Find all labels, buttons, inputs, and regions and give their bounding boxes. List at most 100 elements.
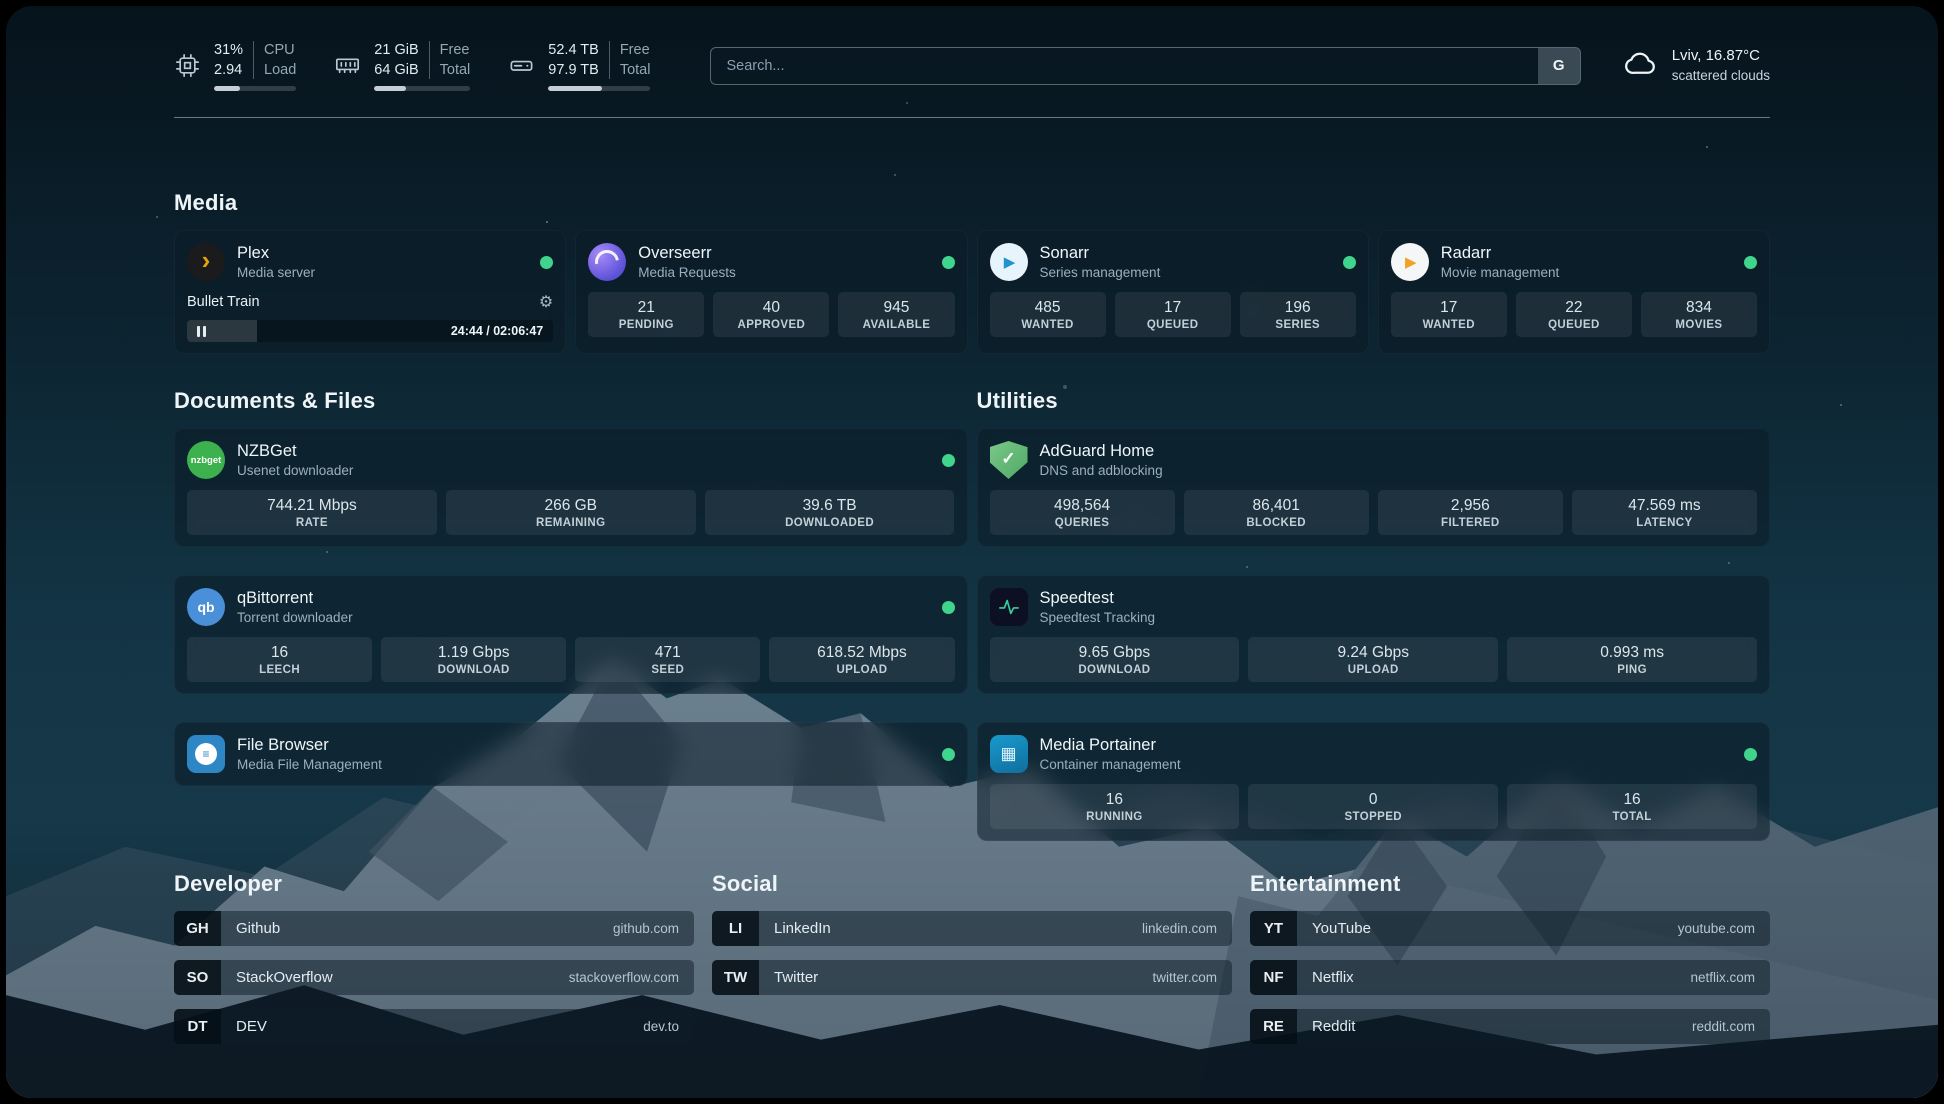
netflix-icon: NF: [1250, 960, 1297, 995]
service-name: Speedtest: [1040, 588, 1156, 609]
bookmark-stackoverflow[interactable]: SO StackOverflow stackoverflow.com: [174, 960, 694, 995]
service-subtitle: Media Requests: [638, 264, 736, 282]
service-name: NZBGet: [237, 441, 353, 462]
stat-label: LATENCY: [1576, 517, 1753, 529]
bookmark-url: reddit.com: [1692, 1009, 1770, 1044]
bookmark-reddit[interactable]: RE Reddit reddit.com: [1250, 1009, 1770, 1044]
stat-label: APPROVED: [717, 319, 825, 331]
service-name: Radarr: [1441, 243, 1560, 264]
service-card-radarr[interactable]: Radarr Movie management 17 WANTED 22 QUE…: [1378, 230, 1770, 354]
stat-ping: 0.993 ms PING: [1507, 637, 1757, 682]
speedtest-icon: [990, 588, 1028, 626]
bookmark-linkedin[interactable]: LI LinkedIn linkedin.com: [712, 911, 1232, 946]
total-label: Total: [440, 60, 471, 80]
service-subtitle: Media server: [237, 264, 315, 282]
service-card-nzbget[interactable]: nzbget NZBGet Usenet downloader 744.21 M…: [174, 428, 968, 547]
section-title-documents: Documents & Files: [174, 388, 968, 414]
bookmark-github[interactable]: GH Github github.com: [174, 911, 694, 946]
bookmark-url: youtube.com: [1678, 911, 1770, 946]
bookmark-url: stackoverflow.com: [569, 960, 694, 995]
stat-blocked: 86,401 BLOCKED: [1184, 490, 1369, 535]
stat-series: 196 SERIES: [1240, 292, 1356, 337]
adguard-title-block: AdGuard Home DNS and adblocking: [1040, 441, 1163, 480]
section-media: Media Plex Media server Bullet Train ⚙: [174, 190, 1770, 354]
qbittorrent-icon: qb: [187, 588, 225, 626]
search-input[interactable]: [711, 48, 1537, 84]
service-subtitle: DNS and adblocking: [1040, 462, 1163, 480]
adguard-shield-icon: [990, 441, 1028, 479]
bookmark-netflix[interactable]: NF Netflix netflix.com: [1250, 960, 1770, 995]
stat-label: PING: [1511, 664, 1753, 676]
stat-value: 21: [592, 299, 700, 317]
qbittorrent-stats: 16 LEECH 1.19 Gbps DOWNLOAD 471 SEED: [187, 637, 955, 682]
header-divider: [174, 117, 1770, 118]
disk-progress-bar: [548, 86, 650, 91]
stat-queries: 498,564 QUERIES: [990, 490, 1175, 535]
bookmark-name: LinkedIn: [759, 911, 831, 946]
bookmark-name: StackOverflow: [221, 960, 333, 995]
stat-running: 16 RUNNING: [990, 784, 1240, 829]
bookmark-youtube[interactable]: YT YouTube youtube.com: [1250, 911, 1770, 946]
stat-value: 196: [1244, 299, 1352, 317]
sonarr-icon: [990, 243, 1028, 281]
cpu-widget: 31% 2.94 CPU Load: [174, 40, 296, 91]
stat-value: 40: [717, 299, 825, 317]
service-subtitle: Torrent downloader: [237, 609, 353, 627]
service-subtitle: Movie management: [1441, 264, 1560, 282]
service-card-plex[interactable]: Plex Media server Bullet Train ⚙ 24:44 /…: [174, 230, 566, 354]
radarr-icon: [1391, 243, 1429, 281]
stat-value: 0: [1252, 791, 1494, 809]
cpu-rows: 31% 2.94 CPU Load: [214, 40, 296, 80]
stat-label: TOTAL: [1511, 811, 1753, 823]
search-engine-button[interactable]: G: [1538, 48, 1580, 84]
cpu-progress-bar: [214, 86, 296, 91]
stat-leech: 16 LEECH: [187, 637, 372, 682]
service-card-adguard[interactable]: AdGuard Home DNS and adblocking 498,564 …: [977, 428, 1771, 547]
stat-value: 9.24 Gbps: [1252, 644, 1494, 662]
status-dot: [942, 454, 955, 467]
status-dot: [942, 601, 955, 614]
cpu-labels: CPU Load: [264, 40, 296, 80]
bookmark-dev[interactable]: DT DEV dev.to: [174, 1009, 694, 1044]
section-title-utilities: Utilities: [977, 388, 1771, 414]
filebrowser-glyph: [195, 743, 217, 765]
service-subtitle: Media File Management: [237, 756, 382, 774]
service-name: qBittorrent: [237, 588, 353, 609]
stackoverflow-icon: SO: [174, 960, 221, 995]
nzbget-stats: 744.21 Mbps RATE 266 GB REMAINING 39.6 T…: [187, 490, 955, 535]
service-card-sonarr[interactable]: Sonarr Series management 485 WANTED 17 Q…: [977, 230, 1369, 354]
status-dot: [540, 256, 553, 269]
service-subtitle: Series management: [1040, 264, 1161, 282]
service-card-speedtest[interactable]: Speedtest Speedtest Tracking 9.65 Gbps D…: [977, 575, 1771, 694]
stat-label: RUNNING: [994, 811, 1236, 823]
stat-download: 9.65 Gbps DOWNLOAD: [990, 637, 1240, 682]
stat-value: 618.52 Mbps: [773, 644, 950, 662]
status-dot: [1343, 256, 1356, 269]
service-card-filebrowser[interactable]: File Browser Media File Management: [174, 722, 968, 786]
section-developer: Developer GH Github github.com SO StackO…: [174, 871, 694, 1058]
stat-value: 86,401: [1188, 497, 1365, 515]
settings-gear-icon[interactable]: ⚙: [539, 292, 553, 312]
stat-value: 0.993 ms: [1511, 644, 1753, 662]
pause-icon[interactable]: [197, 326, 206, 337]
section-title-media: Media: [174, 190, 1770, 216]
stat-label: SEED: [579, 664, 756, 676]
bookmark-twitter[interactable]: TW Twitter twitter.com: [712, 960, 1232, 995]
stat-latency: 47.569 ms LATENCY: [1572, 490, 1757, 535]
stat-value: 471: [579, 644, 756, 662]
cpu-icon: [174, 52, 201, 79]
weather-widget[interactable]: Lviv, 16.87°C scattered clouds: [1623, 45, 1770, 86]
service-card-qbittorrent[interactable]: qb qBittorrent Torrent downloader 16 LEE…: [174, 575, 968, 694]
adguard-header: AdGuard Home DNS and adblocking: [990, 440, 1758, 480]
bookmark-url: dev.to: [643, 1009, 694, 1044]
bookmark-name: Netflix: [1297, 960, 1354, 995]
service-card-overseerr[interactable]: Overseerr Media Requests 21 PENDING 40 A…: [575, 230, 967, 354]
metric-divider: [253, 41, 254, 79]
stat-label: UPLOAD: [773, 664, 950, 676]
cloud-icon: [1623, 45, 1659, 86]
memory-progress-bar: [374, 86, 470, 91]
playback-progress-bar[interactable]: 24:44 / 02:06:47: [187, 320, 553, 342]
service-card-portainer[interactable]: Media Portainer Container management 16 …: [977, 722, 1771, 841]
disk-icon: [508, 52, 535, 79]
stat-upload: 618.52 Mbps UPLOAD: [769, 637, 954, 682]
